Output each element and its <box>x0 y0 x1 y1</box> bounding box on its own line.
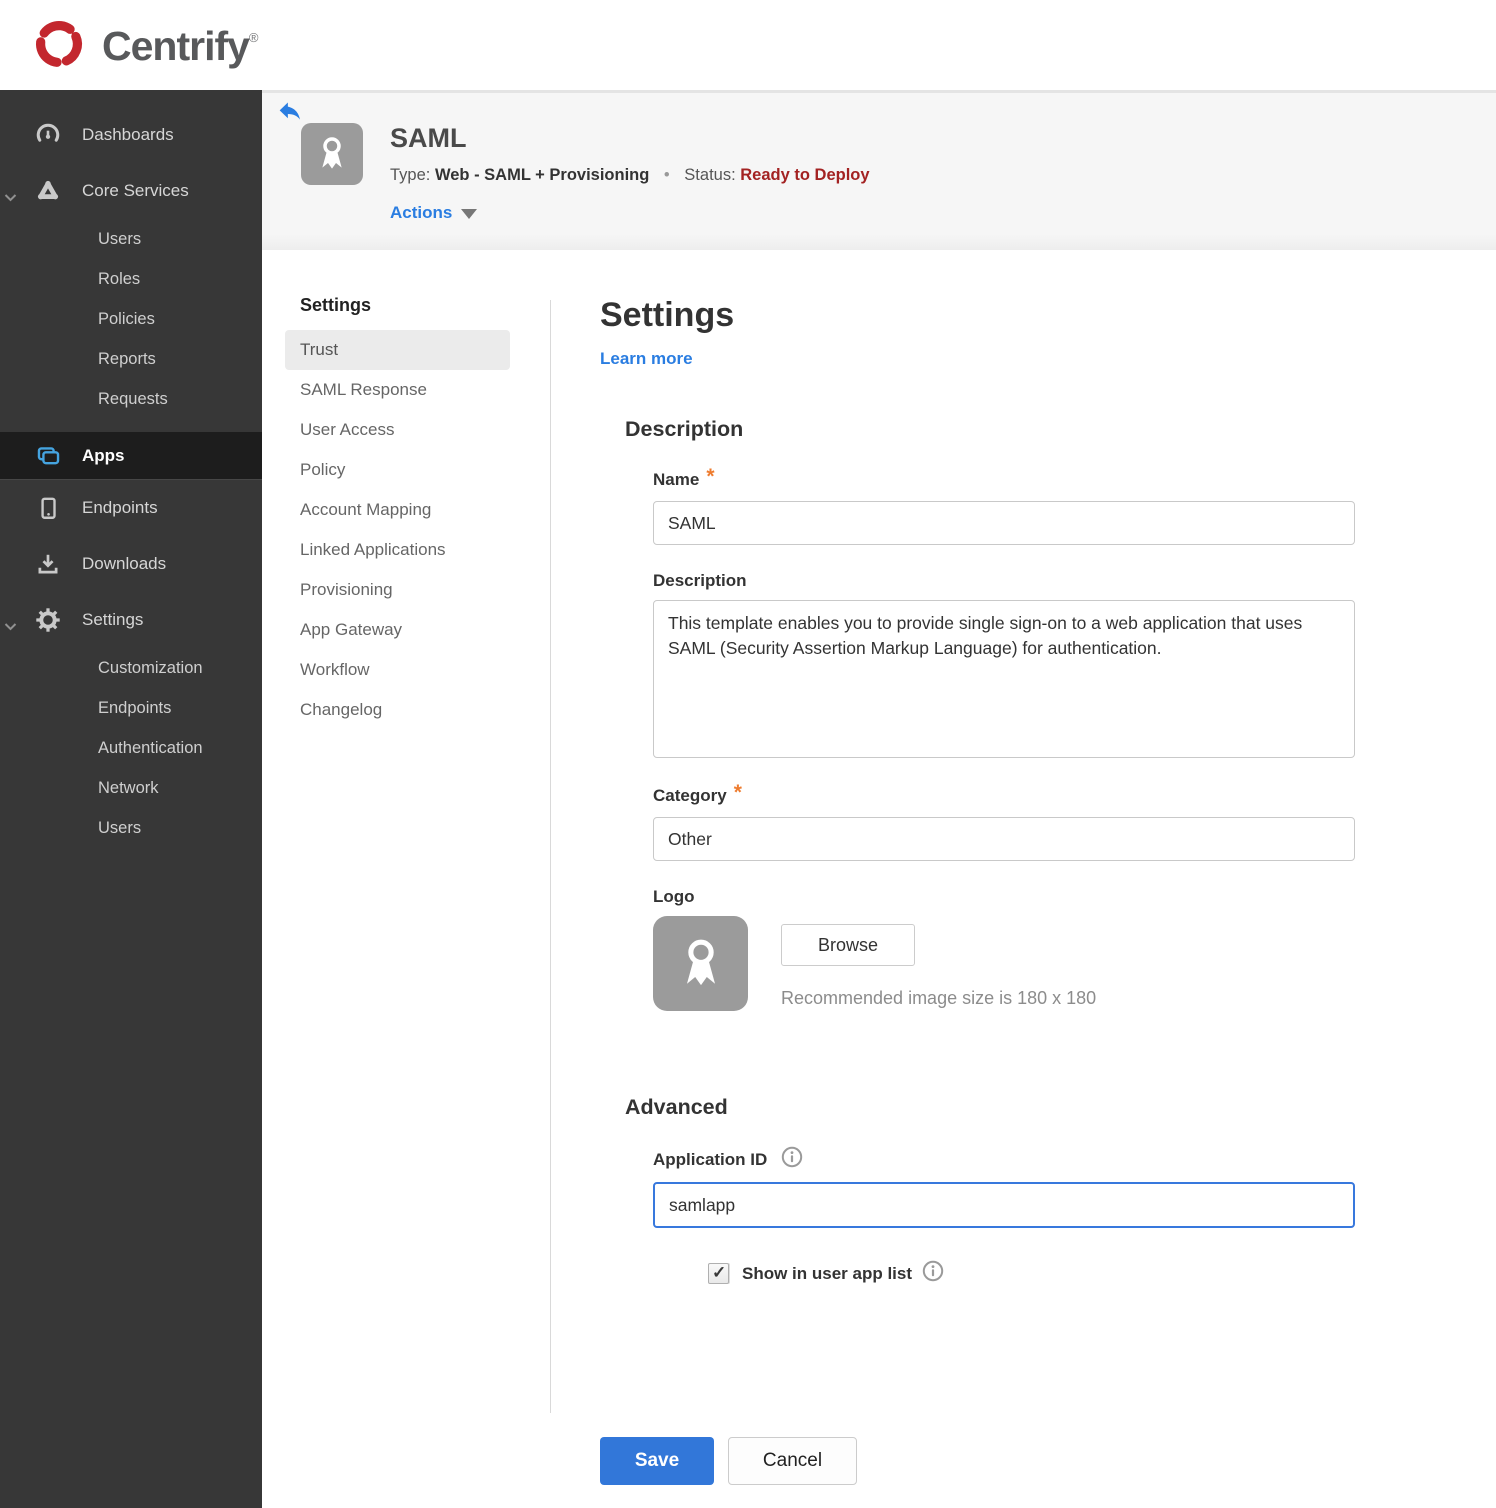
app-title: SAML <box>390 123 467 153</box>
sidebar-item-endpoints[interactable]: Endpoints <box>0 480 262 536</box>
sidebar-item-label: Apps <box>82 445 125 465</box>
apps-icon <box>34 443 62 469</box>
subnav-item-provisioning[interactable]: Provisioning <box>285 570 510 610</box>
learn-more-link[interactable]: Learn more <box>600 349 693 369</box>
logo-label: Logo <box>653 887 695 906</box>
caret-down-icon <box>461 209 478 219</box>
subnav-item-policy[interactable]: Policy <box>285 450 510 490</box>
advanced-section-heading: Advanced <box>625 1095 728 1119</box>
core-services-icon <box>34 178 62 204</box>
download-icon <box>34 551 62 577</box>
required-asterisk: * <box>706 465 715 488</box>
subnav-item-user-access[interactable]: User Access <box>285 410 510 450</box>
subnav-item-linked-applications[interactable]: Linked Applications <box>285 530 510 570</box>
sidebar-subitem-users[interactable]: Users <box>0 219 262 259</box>
info-icon[interactable] <box>922 1260 944 1287</box>
subnav-item-workflow[interactable]: Workflow <box>285 650 510 690</box>
sidebar-item-settings[interactable]: Settings <box>0 592 262 648</box>
chevron-down-icon <box>4 616 17 636</box>
category-field[interactable] <box>653 817 1355 861</box>
sidebar-item-core-services[interactable]: Core Services <box>0 163 262 219</box>
sidebar-subitem-policies[interactable]: Policies <box>0 299 262 339</box>
sidebar-subitem-network[interactable]: Network <box>0 768 262 808</box>
type-label: Type: <box>390 166 431 184</box>
info-icon[interactable] <box>781 1146 803 1173</box>
app-logo-tile <box>301 123 363 185</box>
subnav-item-changelog[interactable]: Changelog <box>285 690 510 730</box>
subnav-item-trust[interactable]: Trust <box>285 330 510 370</box>
form-buttons: Save Cancel <box>600 1437 1370 1485</box>
sidebar-subitem-authentication[interactable]: Authentication <box>0 728 262 768</box>
logo-preview <box>653 916 748 1011</box>
sidebar-subitem-users[interactable]: Users <box>0 808 262 848</box>
application-id-label: Application ID <box>653 1146 1355 1173</box>
sidebar-subitem-reports[interactable]: Reports <box>0 339 262 379</box>
gauge-icon <box>34 122 62 148</box>
application-id-field[interactable] <box>653 1182 1355 1228</box>
gear-icon <box>34 607 62 633</box>
logo-row: Browse Recommended image size is 180 x 1… <box>653 916 1355 1011</box>
show-in-user-app-list-label: Show in user app list <box>742 1263 913 1283</box>
device-icon <box>34 495 62 521</box>
app-subnav: Settings Trust SAML Response User Access… <box>285 295 510 730</box>
subnav-item-app-gateway[interactable]: App Gateway <box>285 610 510 650</box>
sidebar-item-apps[interactable]: Apps <box>0 432 262 480</box>
logo-size-hint: Recommended image size is 180 x 180 <box>781 988 1097 1008</box>
top-bar: Centrify® <box>0 0 1496 90</box>
sidebar-subitem-customization[interactable]: Customization <box>0 648 262 688</box>
status-value: Ready to Deploy <box>740 166 870 184</box>
sidebar-item-dashboards[interactable]: Dashboards <box>0 107 262 163</box>
sidebar-item-downloads[interactable]: Downloads <box>0 536 262 592</box>
sidebar-subitem-requests[interactable]: Requests <box>0 379 262 419</box>
type-value: Web - SAML + Provisioning <box>434 166 650 184</box>
registered-mark: ® <box>248 30 259 45</box>
core-services-submenu: Users Roles Policies Reports Requests <box>0 219 262 419</box>
page-title: Settings <box>600 296 735 334</box>
content-area: Settings Trust SAML Response User Access… <box>262 250 1496 1508</box>
meta-separator: • <box>663 166 670 184</box>
chevron-down-icon <box>4 187 17 207</box>
cancel-button[interactable]: Cancel <box>728 1437 857 1485</box>
description-field[interactable]: This template enables you to provide sin… <box>653 600 1355 758</box>
app-meta: Type: Web - SAML + Provisioning • Status… <box>390 166 870 185</box>
settings-form: Settings Learn more Description Name * D… <box>600 296 1370 1485</box>
subnav-item-account-mapping[interactable]: Account Mapping <box>285 490 510 530</box>
save-button[interactable]: Save <box>600 1437 714 1485</box>
back-arrow-icon[interactable] <box>276 99 304 123</box>
sidebar-item-label: Settings <box>82 610 144 629</box>
actions-label: Actions <box>390 203 453 222</box>
description-label: Description <box>653 571 747 590</box>
sidebar-item-label: Endpoints <box>82 498 158 517</box>
category-label: Category * <box>653 781 742 805</box>
centrify-swirl-icon <box>28 13 90 80</box>
show-in-user-app-list-checkbox[interactable] <box>708 1263 729 1284</box>
name-label: Name * <box>653 465 715 489</box>
status-label: Status: <box>684 166 736 184</box>
sidebar-subitem-endpoints[interactable]: Endpoints <box>0 688 262 728</box>
description-section-heading: Description <box>625 417 744 441</box>
required-asterisk: * <box>733 781 742 804</box>
subnav-item-saml-response[interactable]: SAML Response <box>285 370 510 410</box>
sidebar-item-label: Dashboards <box>82 125 174 144</box>
app-header: SAML Type: Web - SAML + Provisioning • S… <box>262 90 1496 250</box>
show-in-user-app-list-row: Show in user app list <box>708 1260 1355 1287</box>
vertical-divider <box>550 300 551 1413</box>
sidebar-subitem-roles[interactable]: Roles <box>0 259 262 299</box>
sidebar-item-label: Core Services <box>82 181 189 200</box>
browse-button[interactable]: Browse <box>781 924 915 966</box>
award-ribbon-icon <box>672 932 730 995</box>
name-field[interactable] <box>653 501 1355 545</box>
award-ribbon-icon <box>312 132 352 177</box>
brand-name: Centrify® <box>102 23 259 69</box>
brand-logo: Centrify® <box>28 13 258 80</box>
actions-menu-button[interactable]: Actions <box>390 203 478 223</box>
sidebar-item-label: Downloads <box>82 554 167 573</box>
subnav-header: Settings <box>300 295 372 315</box>
sidebar: Dashboards Core Services Users Roles Pol… <box>0 90 262 1508</box>
settings-submenu: Customization Endpoints Authentication N… <box>0 648 262 848</box>
